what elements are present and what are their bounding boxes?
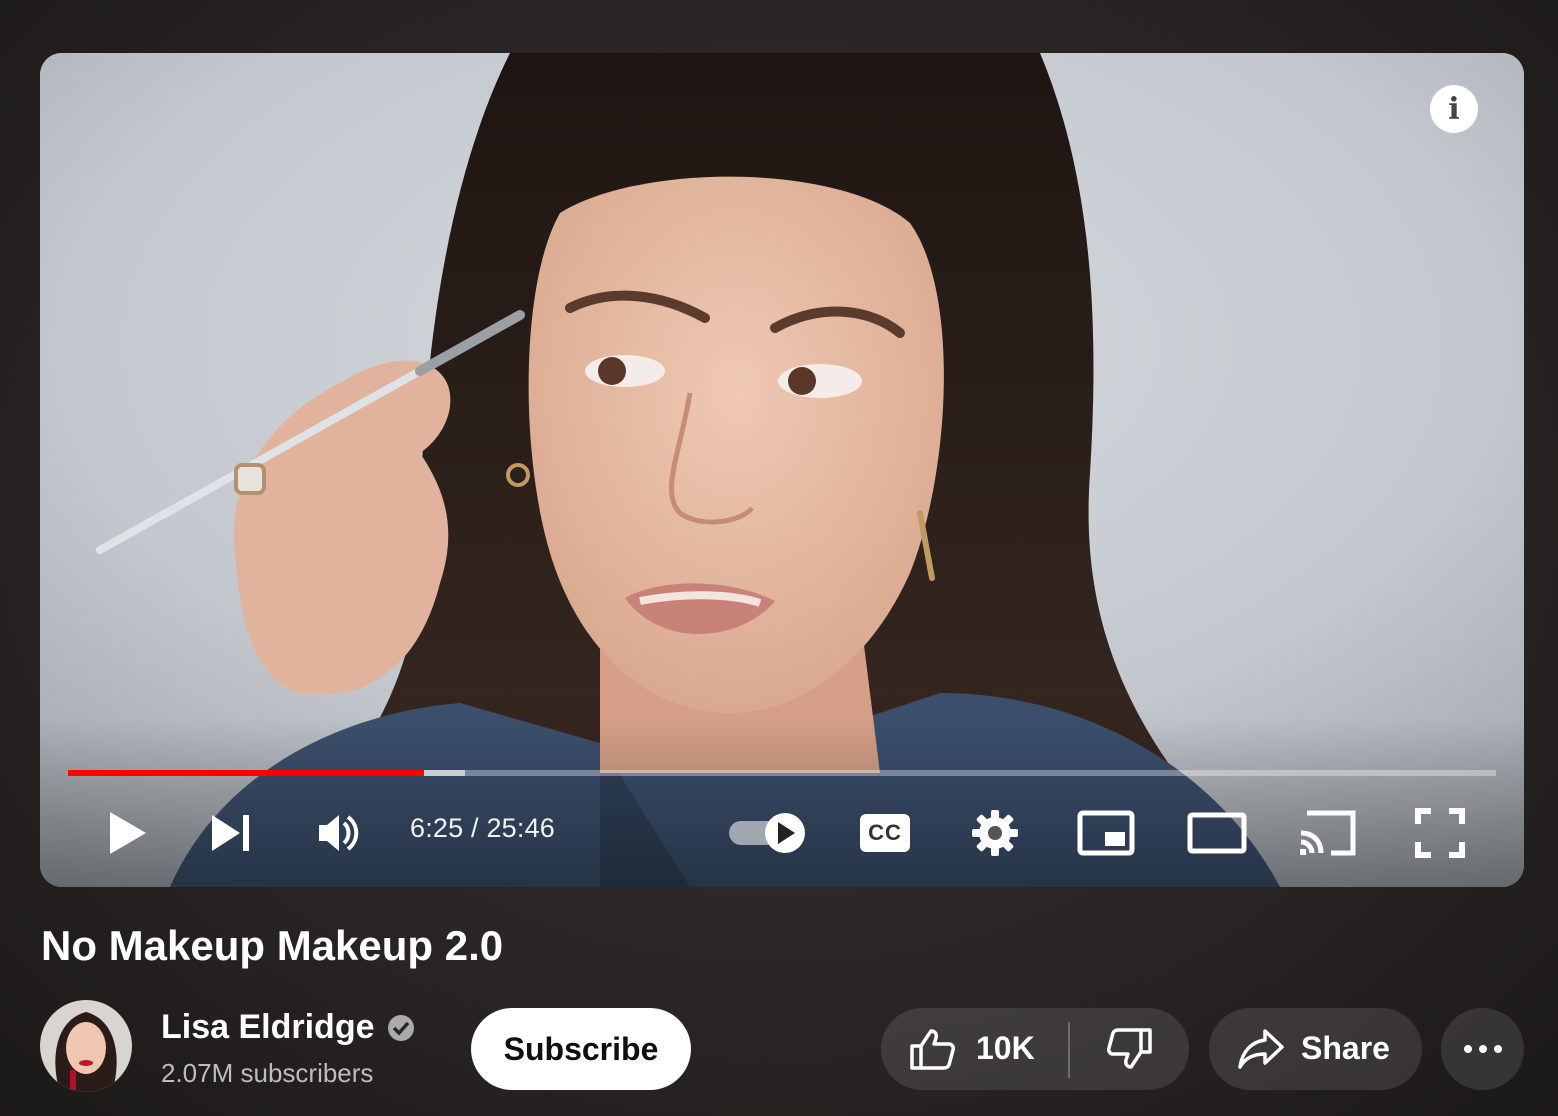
share-arrow-icon: [1238, 1029, 1284, 1069]
volume-icon: [319, 815, 359, 851]
volume-button[interactable]: [315, 798, 365, 868]
fullscreen-button[interactable]: [1412, 798, 1468, 868]
like-count: 10K: [976, 1030, 1035, 1066]
progress-bar[interactable]: [68, 770, 1496, 776]
gear-icon: [972, 810, 1018, 856]
cc-icon: CC: [860, 814, 910, 852]
miniplayer-button[interactable]: [1076, 798, 1136, 868]
thumbs-down-icon: [1106, 1028, 1152, 1069]
miniplayer-icon: [1077, 810, 1135, 856]
verified-icon: [387, 1014, 414, 1041]
cc-label: CC: [868, 820, 902, 845]
play-button[interactable]: [98, 798, 158, 868]
video-title: No Makeup Makeup 2.0: [41, 922, 504, 969]
next-button[interactable]: [206, 798, 256, 868]
video-player[interactable]: i 6:25 / 25:46 CC: [40, 53, 1524, 887]
share-label: Share: [1301, 1030, 1390, 1066]
like-dislike-group: 10K: [881, 1008, 1189, 1090]
theater-mode-icon: [1187, 812, 1247, 854]
autoplay-toggle[interactable]: [726, 798, 810, 868]
time-display: 6:25 / 25:46: [410, 813, 556, 843]
info-button[interactable]: i: [1430, 85, 1478, 133]
thumbs-up-icon: [910, 1029, 955, 1070]
fullscreen-icon: [1415, 808, 1465, 858]
settings-button[interactable]: [970, 798, 1020, 868]
like-button[interactable]: 10K: [881, 1008, 1068, 1090]
more-actions-button[interactable]: [1441, 1008, 1524, 1090]
avatar[interactable]: [40, 1000, 132, 1092]
play-icon: [110, 812, 146, 854]
dislike-button[interactable]: [1070, 1008, 1189, 1090]
channel-avatar-image: [40, 1000, 132, 1092]
more-dots-icon: [1463, 1045, 1502, 1053]
theater-mode-button[interactable]: [1186, 798, 1248, 868]
channel-name[interactable]: Lisa Eldridge: [161, 1008, 415, 1047]
progress-played: [68, 770, 424, 776]
cast-button[interactable]: [1296, 798, 1360, 868]
subscribe-button[interactable]: Subscribe: [471, 1008, 691, 1090]
captions-button[interactable]: CC: [858, 798, 912, 868]
channel-name-text[interactable]: Lisa Eldridge: [161, 1008, 375, 1047]
share-button[interactable]: Share: [1209, 1008, 1422, 1090]
autoplay-toggle-icon: [729, 813, 805, 853]
next-icon: [212, 815, 249, 851]
cast-icon: [1300, 810, 1356, 856]
info-icon: i: [1448, 91, 1460, 127]
subscriber-count: 2.07M subscribers: [161, 1058, 374, 1088]
